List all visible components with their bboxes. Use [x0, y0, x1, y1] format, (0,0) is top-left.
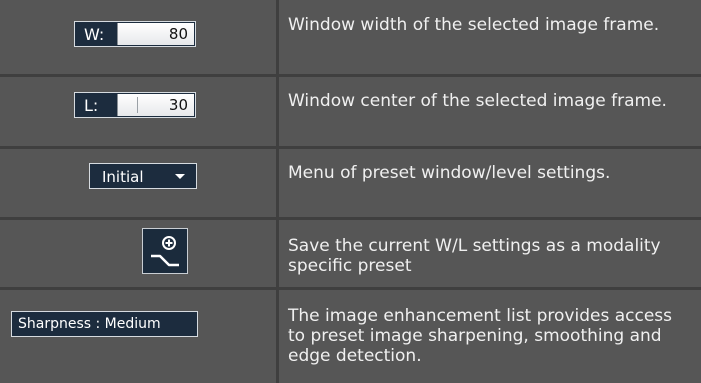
window-center-slider-tick [137, 97, 138, 113]
window-center-input[interactable]: 30 [117, 94, 194, 116]
enhancement-description-line-1: The image enhancement list provides acce… [288, 306, 673, 326]
enhancement-dropdown[interactable]: Sharpness : Medium [11, 311, 198, 337]
save-preset-description-line-1: Save the current W/L settings as a modal… [288, 236, 661, 256]
save-preset-description: Save the current W/L settings as a modal… [288, 236, 689, 276]
window-center-field[interactable]: L: 30 [74, 92, 196, 118]
enhancement-description-line-3: edge detection. [288, 346, 422, 366]
save-preset-button[interactable] [142, 228, 188, 274]
enhancement-value: Sharpness : Medium [18, 316, 161, 332]
save-preset-description-line-2: specific preset [288, 256, 412, 276]
window-center-value: 30 [168, 96, 188, 114]
window-center-label: L: [84, 96, 99, 115]
window-center-description: Window center of the selected image fram… [288, 91, 667, 111]
window-width-field[interactable]: W: 80 [74, 21, 196, 47]
window-width-value: 80 [168, 25, 188, 43]
help-table: W: 80 Window width of the selected image… [0, 0, 701, 383]
window-width-input[interactable]: 80 [117, 23, 194, 45]
window-width-label: W: [84, 25, 105, 44]
column-divider [276, 0, 279, 383]
preset-menu-description: Menu of preset window/level settings. [288, 163, 611, 183]
enhancement-description: The image enhancement list provides acce… [288, 306, 689, 366]
preset-dropdown-value: Initial [102, 168, 144, 186]
chevron-down-icon [175, 174, 185, 179]
save-preset-icon [151, 236, 179, 267]
preset-dropdown[interactable]: Initial [89, 163, 197, 189]
enhancement-description-line-2: to preset image sharpening, smoothing an… [288, 326, 662, 346]
window-width-description: Window width of the selected image frame… [288, 15, 660, 35]
